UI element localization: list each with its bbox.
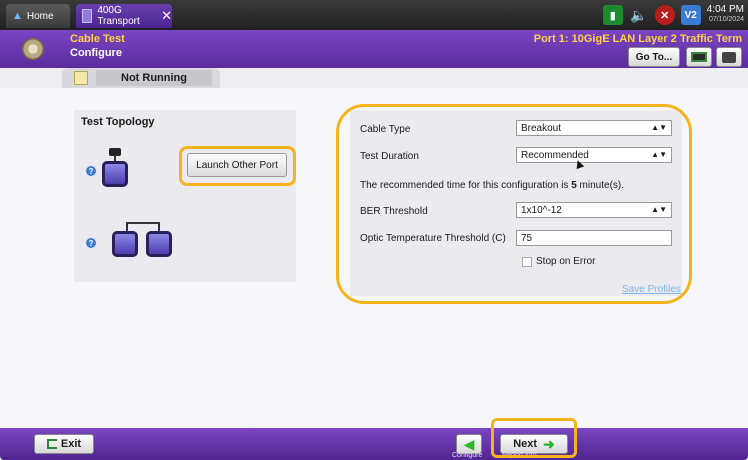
updown-arrow-icon: ▲▼ xyxy=(651,150,667,159)
battery-icon: ▮ xyxy=(602,5,623,25)
status-strip: Not Running xyxy=(0,68,748,88)
app-header: Cable Test Configure Port 1: 10GigE LAN … xyxy=(0,30,748,68)
note-prefix: The recommended time for this configurat… xyxy=(360,180,572,191)
clock: 4:04 PM 07/10/2024 xyxy=(707,5,744,25)
topology-title: Test Topology xyxy=(81,116,155,128)
dual-port-device-icon xyxy=(146,231,172,257)
goto-button[interactable]: Go To... xyxy=(628,47,680,67)
cable-type-select[interactable]: Breakout ▲▼ xyxy=(516,120,672,136)
updown-arrow-icon: ▲▼ xyxy=(651,123,667,132)
save-profiles-link[interactable]: Save Profiles xyxy=(622,284,681,295)
camera-button[interactable] xyxy=(716,47,742,67)
exit-icon xyxy=(46,439,57,449)
mute-icon[interactable]: ✕ xyxy=(654,5,675,25)
back-caption: Configure xyxy=(452,452,483,459)
tab-home-label: Home xyxy=(26,10,54,22)
status-tray: ▮ 🔈 ✕ V2 4:04 PM 07/10/2024 xyxy=(602,3,744,27)
camera-icon xyxy=(722,51,736,63)
optic-temp-label: Optic Temperature Threshold (C) xyxy=(360,233,506,244)
back-button[interactable]: ◀ xyxy=(456,434,482,454)
app-icon xyxy=(82,9,93,23)
launch-highlight xyxy=(179,146,296,186)
screen-button[interactable] xyxy=(686,47,712,67)
note-suffix: minute(s). xyxy=(576,180,625,191)
help-icon[interactable]: ? xyxy=(86,166,96,176)
v2-badge[interactable]: V2 xyxy=(680,5,701,25)
cable-line xyxy=(126,222,160,224)
cable-type-label: Cable Type xyxy=(360,124,411,135)
clock-date: 07/10/2024 xyxy=(708,16,744,23)
next-highlight xyxy=(491,418,577,458)
dual-port-device-icon xyxy=(112,231,138,257)
page-subtitle: Configure xyxy=(70,47,122,59)
page-title: Cable Test xyxy=(70,33,125,45)
stop-on-error-label: Stop on Error xyxy=(536,256,596,267)
status-indicator-icon[interactable] xyxy=(74,71,88,85)
ber-threshold-value: 1x10^-12 xyxy=(521,204,562,216)
stop-on-error-checkbox[interactable] xyxy=(522,257,532,267)
test-duration-label: Test Duration xyxy=(360,151,419,162)
recommended-time-note: The recommended time for this configurat… xyxy=(360,180,624,191)
cable-type-value: Breakout xyxy=(521,122,562,134)
bottom-bar: Exit ◀ Next ➜ xyxy=(0,428,748,460)
tab-400g-transport[interactable]: 400G Transport ✕ xyxy=(76,4,172,28)
topology-panel xyxy=(74,110,296,282)
status-label: Not Running xyxy=(96,70,212,86)
port-label: Port 1: 10GigE LAN Layer 2 Traffic Term xyxy=(533,33,742,45)
ber-threshold-select[interactable]: 1x10^-12 ▲▼ xyxy=(516,202,672,218)
monitor-icon xyxy=(691,52,707,62)
home-icon: ▲ xyxy=(12,10,23,22)
arrow-left-icon: ◀ xyxy=(463,435,475,452)
optic-temp-input[interactable]: 75 xyxy=(516,230,672,246)
help-icon[interactable]: ? xyxy=(86,238,96,248)
clock-time: 4:04 PM xyxy=(706,4,744,15)
tab-bar: ▲ Home 400G Transport ✕ ▮ 🔈 ✕ V2 4:04 PM… xyxy=(0,0,748,30)
updown-arrow-icon: ▲▼ xyxy=(651,205,667,214)
ber-threshold-label: BER Threshold xyxy=(360,206,428,217)
exit-button[interactable]: Exit xyxy=(34,434,94,454)
exit-label: Exit xyxy=(60,438,82,450)
tab-home[interactable]: ▲ Home xyxy=(6,4,70,28)
close-icon[interactable]: ✕ xyxy=(161,8,172,24)
test-duration-select[interactable]: Recommended ▲▼ xyxy=(516,147,672,163)
speaker-icon[interactable]: 🔈 xyxy=(629,5,649,25)
single-port-device-icon xyxy=(102,161,128,187)
tab-app-label: 400G Transport xyxy=(97,5,140,27)
gear-icon[interactable] xyxy=(22,38,44,60)
